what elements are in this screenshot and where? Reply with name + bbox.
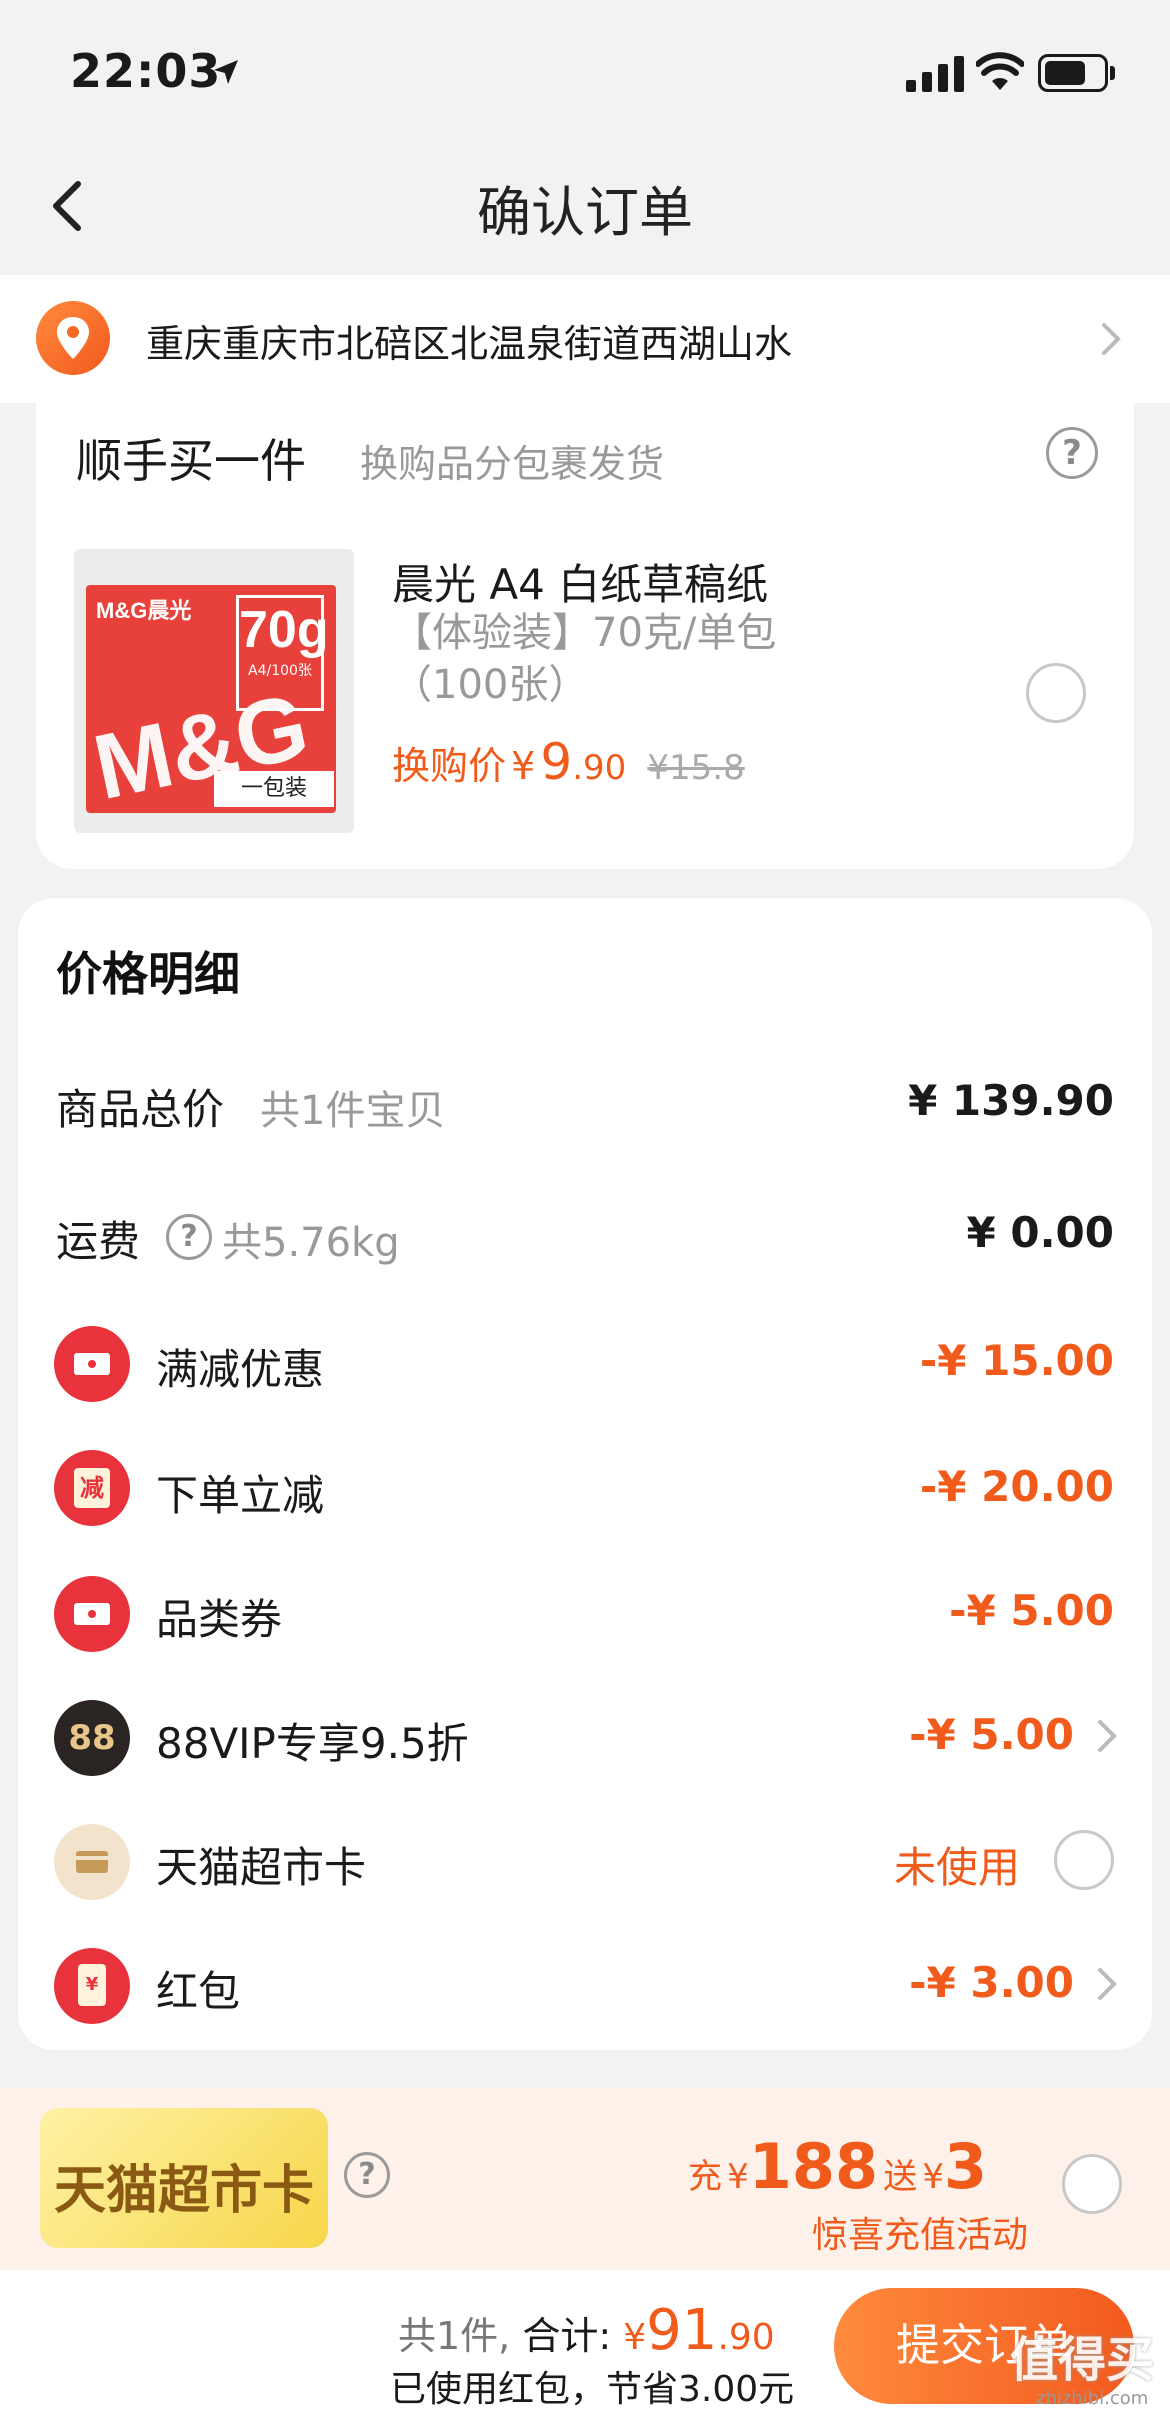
signal-icon	[906, 56, 964, 92]
shipping-label: 运费	[56, 1217, 141, 1266]
battery-cap	[1110, 66, 1115, 80]
price-label: 换购价	[392, 744, 507, 788]
shipping-weight: 共5.76kg	[222, 1220, 400, 1266]
red-packet-chevron-right-icon[interactable]	[1094, 1964, 1122, 2004]
vip-chevron-right-icon[interactable]	[1094, 1716, 1122, 1756]
addon-card: 顺手买一件 换购品分包裹发货 ? M&G晨光 70g A4/100张 M&G 一…	[36, 403, 1134, 869]
status-bar: 22:03	[0, 0, 1170, 150]
help-icon[interactable]: ?	[1046, 427, 1098, 479]
full-reduction-value: -¥ 15.00	[919, 1336, 1114, 1385]
recharge-label: 充	[688, 2157, 722, 2197]
wifi-icon	[976, 52, 1024, 90]
product-desc-line2: （100张）	[392, 662, 589, 708]
location-pin-icon	[36, 301, 110, 375]
price-details-card: 价格明细 商品总价 共1件宝贝 ¥ 139.90 运费 ? 共5.76kg ¥ …	[18, 898, 1152, 2050]
vip-88-icon: 88	[54, 1700, 130, 1776]
tmall-card-radio[interactable]	[1054, 1830, 1114, 1890]
instant-discount-icon: 减	[54, 1450, 130, 1526]
price-currency: ¥	[511, 744, 536, 788]
goods-total-label: 商品总价	[56, 1085, 225, 1134]
shipping-help-icon[interactable]: ?	[166, 1214, 212, 1260]
tmall-card-icon	[54, 1824, 130, 1900]
details-title: 价格明细	[56, 947, 240, 1001]
category-coupon-label: 品类券	[156, 1595, 283, 1644]
addon-select-radio[interactable]	[1026, 663, 1086, 723]
product-package: M&G晨光 70g A4/100张 M&G 一包装	[86, 585, 336, 819]
recharge-radio[interactable]	[1062, 2154, 1122, 2214]
watermark: 值得买	[1010, 2332, 1155, 2388]
product-desc: 【体验装】70克/单包 （100张）	[392, 607, 852, 711]
shipping-value: ¥ 0.00	[966, 1208, 1114, 1257]
product-name[interactable]: 晨光 A4 白纸草稿纸	[392, 551, 768, 612]
total-dec: .90	[717, 2317, 775, 2358]
category-coupon-icon	[54, 1576, 130, 1652]
instant-discount-value: -¥ 20.00	[919, 1462, 1114, 1511]
product-price: 换购价 ¥ 9.90 ¥15.8	[392, 733, 745, 791]
checkout-bar: 共1件, 合计: ¥91.90 已使用红包，节省3.00元 提交订单	[0, 2270, 1170, 2416]
tmall-card-badge-text: 天猫超市卡	[53, 2161, 314, 2221]
recharge-offer: 充 ¥188 送 ¥3	[688, 2130, 987, 2203]
page-title: 确认订单	[477, 181, 693, 244]
red-packet-value[interactable]: -¥ 3.00	[909, 1958, 1074, 2007]
location-arrow-icon	[214, 60, 238, 84]
package-label: 一包装	[214, 771, 334, 807]
bonus-label: 送	[883, 2157, 918, 2197]
category-coupon-value: -¥ 5.00	[949, 1586, 1114, 1635]
full-reduction-label: 满减优惠	[156, 1345, 325, 1394]
red-packet-char: ¥	[78, 1964, 106, 2006]
address-text: 重庆重庆市北碚区北温泉街道西湖山水	[146, 322, 793, 366]
coupon-icon	[54, 1326, 130, 1402]
tmall-card-label: 天猫超市卡	[156, 1843, 367, 1892]
bonus-currency: ¥	[922, 2157, 944, 2197]
item-count: 共1件,	[398, 2314, 511, 2358]
package-brand: M&G晨光	[96, 598, 192, 623]
product-image[interactable]: M&G晨光 70g A4/100张 M&G 一包装	[74, 549, 354, 833]
red-packet-icon: ¥	[54, 1948, 130, 2024]
watermark-url: zhizhibi.com	[1036, 2388, 1149, 2409]
saved-text: 已使用红包，节省3.00元	[390, 2369, 795, 2410]
tmall-card-promo: 天猫超市卡 ? 充 ¥188 送 ¥3 惊喜充值活动	[0, 2088, 1170, 2270]
addon-subtitle: 换购品分包裹发货	[360, 442, 665, 486]
goods-total-value: ¥ 139.90	[908, 1076, 1114, 1125]
product-desc-line1: 【体验装】70克/单包	[392, 610, 777, 656]
tmall-card-value: 未使用	[893, 1843, 1020, 1892]
battery-icon	[1038, 54, 1108, 92]
package-weight: 70g	[239, 601, 329, 659]
recharge-currency: ¥	[727, 2157, 749, 2197]
vip-discount-value[interactable]: -¥ 5.00	[909, 1710, 1074, 1759]
back-chevron-icon[interactable]	[48, 180, 88, 232]
instant-discount-char: 减	[74, 1468, 110, 1508]
price-int: 9	[540, 733, 573, 791]
total-int: 91	[646, 2298, 718, 2363]
total-line: 共1件, 合计: ¥91.90	[398, 2298, 775, 2363]
total-label: 合计:	[522, 2314, 612, 2358]
promo-note: 惊喜充值活动	[812, 2215, 1029, 2256]
vip-discount-label: 88VIP专享9.5折	[156, 1719, 469, 1768]
goods-count: 共1件宝贝	[260, 1088, 446, 1134]
status-time: 22:03	[70, 44, 222, 98]
bonus-amount: 3	[943, 2130, 988, 2203]
original-price: ¥15.8	[647, 748, 745, 788]
instant-discount-label: 下单立减	[156, 1471, 325, 1520]
chevron-right-icon	[1102, 323, 1121, 355]
addon-title: 顺手买一件	[76, 434, 306, 488]
total-currency: ¥	[623, 2317, 647, 2358]
recharge-amount: 188	[748, 2130, 879, 2203]
tmall-card-badge: 天猫超市卡	[40, 2108, 328, 2248]
price-dec: .90	[572, 748, 627, 788]
promo-help-icon[interactable]: ?	[344, 2152, 390, 2198]
address-bar[interactable]: 重庆重庆市北碚区北温泉街道西湖山水	[0, 275, 1170, 403]
red-packet-label: 红包	[156, 1967, 241, 2016]
